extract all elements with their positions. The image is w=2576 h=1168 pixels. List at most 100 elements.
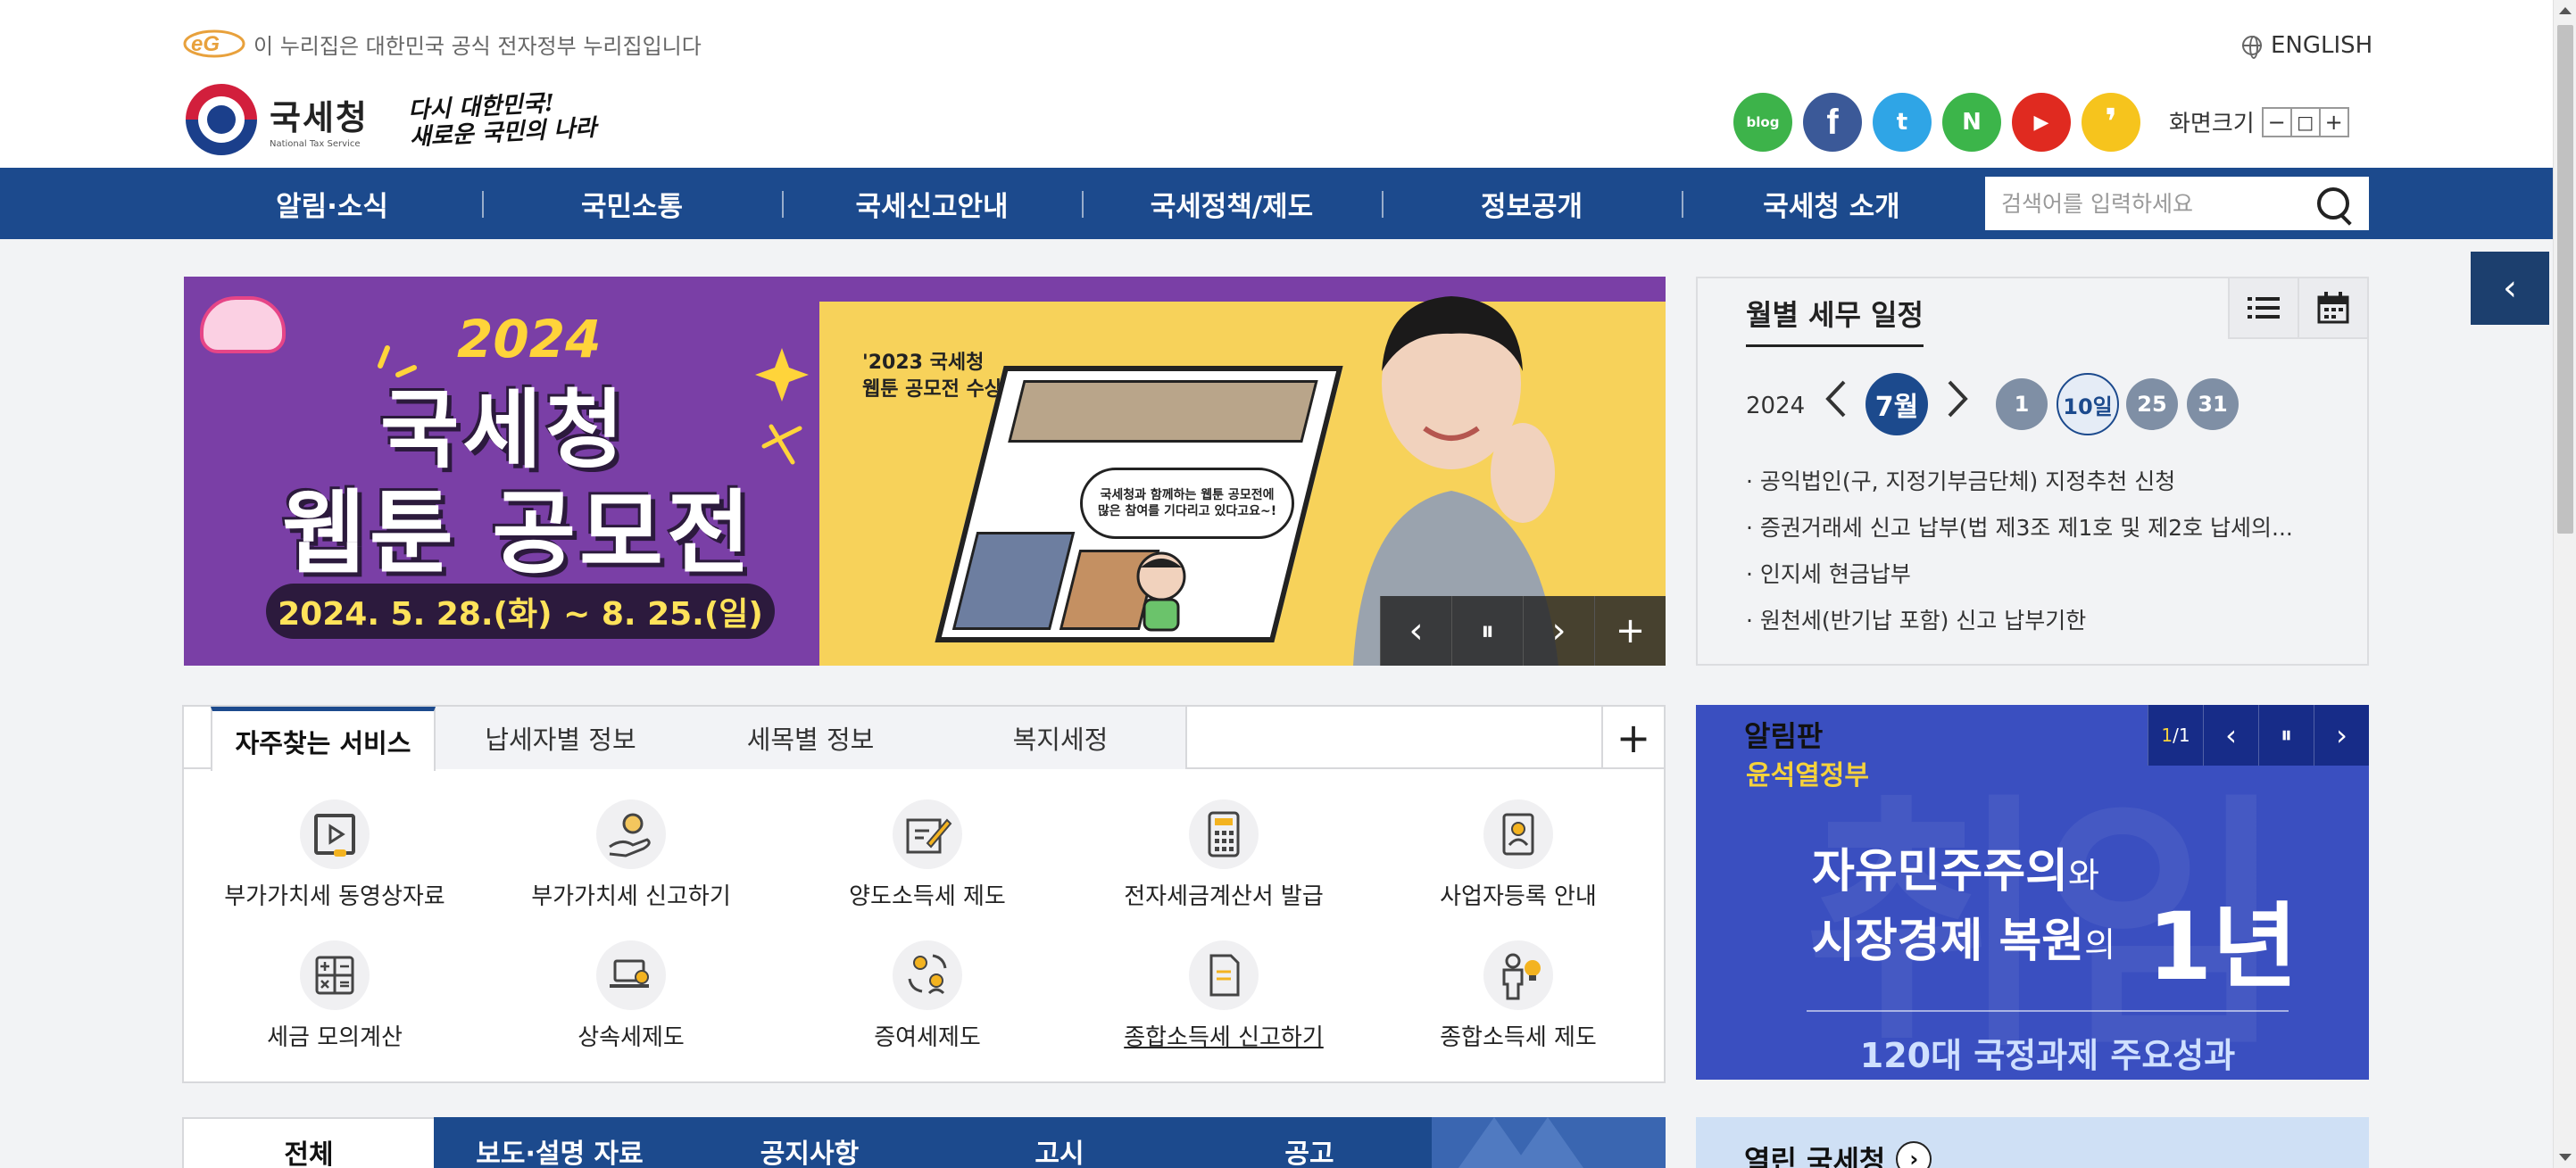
notice-pause-button[interactable]: ⏸ [2258, 705, 2314, 766]
font-decrease-button[interactable]: − [2261, 106, 2292, 137]
notice-subtitle: 윤석열정부 [1746, 760, 1869, 791]
schedule-day[interactable]: 1 [1996, 378, 2048, 430]
banner-prev-button[interactable]: ‹ [1380, 596, 1451, 666]
schedule-item[interactable]: · 원천세(반기납 포함) 신고 납부기한 [1746, 603, 2086, 635]
service-label: 부가가치세 신고하기 [531, 883, 731, 910]
notice-controls: 1/1 ‹ ⏸ › [2148, 705, 2369, 766]
english-link[interactable]: ENGLISH [2242, 32, 2372, 59]
nav-item-communication[interactable]: 국민소통 [482, 168, 782, 239]
calendar-view-icon[interactable] [2298, 278, 2367, 339]
scroll-thumb[interactable] [2557, 25, 2573, 534]
scrollbar[interactable] [2553, 0, 2576, 1168]
scroll-up-icon[interactable] [2559, 7, 2572, 14]
main-banner[interactable]: 2024 국세청 웹툰 공모전 2024. 5. 28.(화) ~ 8. 25.… [184, 277, 1666, 666]
service-item[interactable]: 상속세제도 [484, 940, 778, 1052]
blog-icon[interactable]: blog [1733, 93, 1792, 152]
youtube-icon[interactable]: ▶ [2012, 93, 2071, 152]
schedule-item[interactable]: · 증권거래세 신고 납부(법 제3조 제1호 및 제2호 납세의... [1746, 510, 2293, 543]
nav-item-about[interactable]: 국세청 소개 [1682, 168, 1982, 239]
list-view-icon[interactable] [2228, 278, 2298, 339]
globe-icon [2242, 36, 2262, 59]
search-input[interactable] [1985, 178, 2306, 228]
tab-all[interactable]: 전체 [182, 1117, 434, 1168]
service-item[interactable]: 세금 모의계산 [187, 940, 482, 1052]
english-label: ENGLISH [2271, 32, 2373, 59]
schedule-title: 월별 세무 일정 [1746, 293, 1924, 347]
schedule-item[interactable]: · 공익법인(구, 지정기부금단체) 지정추천 신청 [1746, 464, 2175, 496]
service-label: 세금 모의계산 [267, 1024, 403, 1051]
scroll-down-icon[interactable] [2559, 1154, 2572, 1161]
next-month-button[interactable] [1944, 378, 1971, 428]
exchange-people-icon [893, 940, 962, 1010]
schedule-view-toggle [2228, 278, 2367, 339]
service-item[interactable]: 부가가치세 동영상자료 [187, 799, 482, 911]
tab-frequent-services[interactable]: 자주찾는 서비스 [211, 707, 436, 771]
tab-public-notice[interactable]: 공고 [1184, 1117, 1435, 1168]
current-month: 7월 [1866, 373, 1928, 435]
notice-bottom-text: 120대 국정과제 주요성과 [1859, 1036, 2236, 1075]
service-label: 종합소득세 신고하기 [1124, 1024, 1324, 1051]
banner-date: 2024. 5. 28.(화) ~ 8. 25.(일) [266, 584, 775, 639]
services-panel: 자주찾는 서비스 납세자별 정보 세목별 정보 복지세정 + 부가가치세 동영상… [182, 705, 1666, 1083]
nts-logo[interactable]: 국세청 National Tax Service [186, 84, 369, 155]
person-bulb-icon [1483, 940, 1553, 1010]
schedule-day[interactable]: 25 [2126, 378, 2178, 430]
services-more-button[interactable]: + [1601, 707, 1664, 769]
service-label: 전자세금계산서 발급 [1124, 883, 1324, 910]
service-item[interactable]: 증여세제도 [780, 940, 1075, 1052]
service-label: 증여세제도 [874, 1024, 981, 1051]
services-tabbar: 자주찾는 서비스 납세자별 정보 세목별 정보 복지세정 + [184, 707, 1664, 771]
cartoon-character [1136, 551, 1186, 632]
prev-month-button[interactable] [1823, 378, 1849, 428]
service-item[interactable]: 부가가치세 신고하기 [484, 799, 778, 911]
twitter-icon[interactable]: t [1873, 93, 1932, 152]
tab-announcements[interactable]: 고시 [934, 1117, 1185, 1168]
facebook-icon[interactable]: f [1803, 93, 1862, 152]
service-item[interactable]: 종합소득세 신고하기 [1076, 940, 1371, 1052]
slogan: 다시 대한민국! 새로운 국민의 나라 [408, 88, 597, 152]
video-icon [300, 799, 370, 869]
sparkle-decoration [378, 345, 809, 465]
side-panel-toggle[interactable]: ‹ [2471, 252, 2549, 325]
open-nts-panel[interactable]: 열린 국세청 › [1696, 1117, 2369, 1168]
service-label: 상속세제도 [578, 1024, 685, 1051]
schedule-day[interactable]: 31 [2187, 378, 2239, 430]
service-item[interactable]: 전자세금계산서 발급 [1076, 799, 1371, 911]
schedule-day-selected[interactable]: 10일 [2057, 373, 2119, 435]
notice-next-button[interactable]: › [2314, 705, 2369, 766]
tab-press-release[interactable]: 보도·설명 자료 [434, 1117, 686, 1168]
notice-board[interactable]: 취임 알림판 1/1 ‹ ⏸ › 윤석열정부 자유민주주의와 시장경제 복원의 … [1696, 705, 2369, 1080]
naver-post-icon[interactable]: N [1942, 93, 2001, 152]
font-reset-button[interactable]: □ [2289, 106, 2321, 137]
open-nts-title[interactable]: 열린 국세청 › [1744, 1139, 1932, 1168]
kakao-icon[interactable]: ❜ [2082, 93, 2140, 152]
header: eG 이 누리집은 대한민국 공식 전자정부 누리집입니다 ENGLISH 국세… [0, 0, 2553, 168]
service-item[interactable]: 종합소득세 제도 [1371, 940, 1666, 1052]
banner-pause-button[interactable]: ⏸ [1451, 596, 1523, 666]
notice-prev-button[interactable]: ‹ [2203, 705, 2258, 766]
service-label: 양도소득세 제도 [849, 883, 1006, 910]
nav-item-news[interactable]: 알림·소식 [182, 168, 482, 239]
banner-next-button[interactable]: › [1523, 596, 1594, 666]
service-label: 부가가치세 동영상자료 [224, 883, 445, 910]
service-item[interactable]: 사업자등록 안내 [1371, 799, 1666, 911]
laptop-search-icon [596, 940, 666, 1010]
banner-more-button[interactable]: + [1594, 596, 1666, 666]
service-item[interactable]: 양도소득세 제도 [780, 799, 1075, 911]
nav-item-policy[interactable]: 국세정책/제도 [1082, 168, 1382, 239]
tab-tax-item-info[interactable]: 세목별 정보 [686, 707, 937, 769]
search-icon[interactable] [2314, 184, 2353, 223]
logo-text: 국세청 [270, 98, 369, 137]
tab-welfare-tax[interactable]: 복지세정 [935, 707, 1187, 769]
tax-schedule: 월별 세무 일정 2024 7월 1 10일 25 31 · 공익법인(구, 지… [1696, 277, 2369, 666]
font-increase-button[interactable]: + [2318, 106, 2349, 137]
schedule-item[interactable]: · 인지세 현금납부 [1746, 557, 1911, 589]
gov-notice[interactable]: eG 이 누리집은 대한민국 공식 전자정부 누리집입니다 [182, 27, 702, 61]
nav-item-disclosure[interactable]: 정보공개 [1382, 168, 1682, 239]
banner-controls: ‹ ⏸ › + [1380, 596, 1666, 666]
tab-taxpayer-info[interactable]: 납세자별 정보 [436, 707, 687, 769]
font-size-control: 화면크기 − □ + [2169, 105, 2349, 138]
tab-notices[interactable]: 공지사항 [684, 1117, 935, 1168]
gov-notice-text: 이 누리집은 대한민국 공식 전자정부 누리집입니다 [253, 33, 702, 59]
nav-item-filing-guide[interactable]: 국세신고안내 [782, 168, 1082, 239]
